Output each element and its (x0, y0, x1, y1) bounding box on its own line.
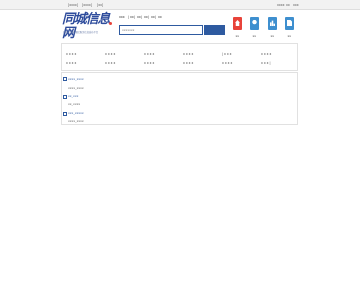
city-separator: | (134, 15, 136, 19)
category-row-top[interactable]: x x x x (144, 52, 154, 56)
city-separator: | (148, 15, 150, 19)
nav-label: xx (270, 34, 275, 38)
nav-label: xx (252, 34, 257, 38)
logo-slogan: 同城信息网·便民服务信息发布平台 (63, 31, 99, 34)
top-bar: [xxxx] [xxxx] [xx] xxxx xx xxx (0, 0, 360, 10)
info-list-panel: xxxx_xxxx xxxx_xxxx xx_xxx xx_xxxx xxx_x… (61, 72, 298, 125)
top-right-link-2[interactable]: xx (286, 3, 290, 7)
list-item-title[interactable]: xx_xxx (68, 94, 78, 98)
search-box (119, 25, 203, 35)
list-item-subtitle[interactable]: xx_xxxx (68, 102, 80, 106)
list-item-title[interactable]: xxx_xxxxx (68, 111, 84, 115)
search-input[interactable] (120, 26, 202, 34)
category-row-bottom[interactable]: x x x x (144, 61, 154, 65)
site-logo[interactable]: 同城信息网 同城信息网·便民服务信息发布平台 (62, 13, 112, 41)
nav-label: xx (287, 34, 292, 38)
nav-user[interactable]: xx (250, 17, 259, 38)
category-row-bottom[interactable]: x x x | (261, 61, 271, 65)
document-icon (285, 17, 294, 30)
list-item-subtitle[interactable]: xxxx_xxxx (68, 86, 84, 90)
nav-label: xx (235, 34, 240, 38)
category-row-top[interactable]: x x x x (66, 52, 76, 56)
nav-chart[interactable]: xx (268, 17, 277, 38)
list-item-title[interactable]: xxxx_xxxx (68, 77, 84, 81)
category-row-bottom[interactable]: x x x x (105, 61, 115, 65)
category-row-top[interactable]: | x x x (222, 52, 232, 56)
category-row-top[interactable]: x x x x (105, 52, 115, 56)
list-item-subtitle[interactable]: xxxx_xxxx (68, 119, 84, 123)
top-right-link-3[interactable]: xxx (293, 3, 299, 7)
city-separator: | (155, 15, 157, 19)
city-separator: | (128, 15, 130, 19)
category-row-bottom[interactable]: x x x x (66, 61, 76, 65)
nav-document[interactable]: xx (285, 17, 294, 38)
top-link-2[interactable]: [xxxx] (82, 3, 92, 7)
list-bullet-icon (63, 77, 67, 81)
user-icon (250, 17, 259, 30)
city-link[interactable]: xxx (119, 15, 125, 19)
category-row-top[interactable]: x x x x (183, 52, 193, 56)
city-separator: | (141, 15, 143, 19)
city-link[interactable]: xx (158, 15, 162, 19)
chart-icon (268, 17, 277, 30)
search-button[interactable] (204, 25, 225, 35)
city-bar: xxx | xx | xx | xx | xx | xx (119, 15, 211, 20)
nav-home[interactable]: xx (233, 17, 242, 38)
category-panel: x x x x x x x x x x x x x x x x x x x x … (61, 43, 298, 71)
logo-text: 同城信息网 (62, 12, 110, 41)
home-icon (233, 17, 242, 30)
list-bullet-icon (63, 95, 67, 99)
top-right-link-1[interactable]: xxxx (277, 3, 285, 7)
logo-mascot-icon (109, 22, 112, 25)
top-link-1[interactable]: [xxxx] (68, 3, 78, 7)
list-bullet-icon (63, 112, 67, 116)
category-row-bottom[interactable]: x x x x (183, 61, 193, 65)
category-row-bottom[interactable]: x x x x (222, 61, 232, 65)
category-row-top[interactable]: x x x x (261, 52, 271, 56)
top-link-3[interactable]: [xx] (97, 3, 103, 7)
